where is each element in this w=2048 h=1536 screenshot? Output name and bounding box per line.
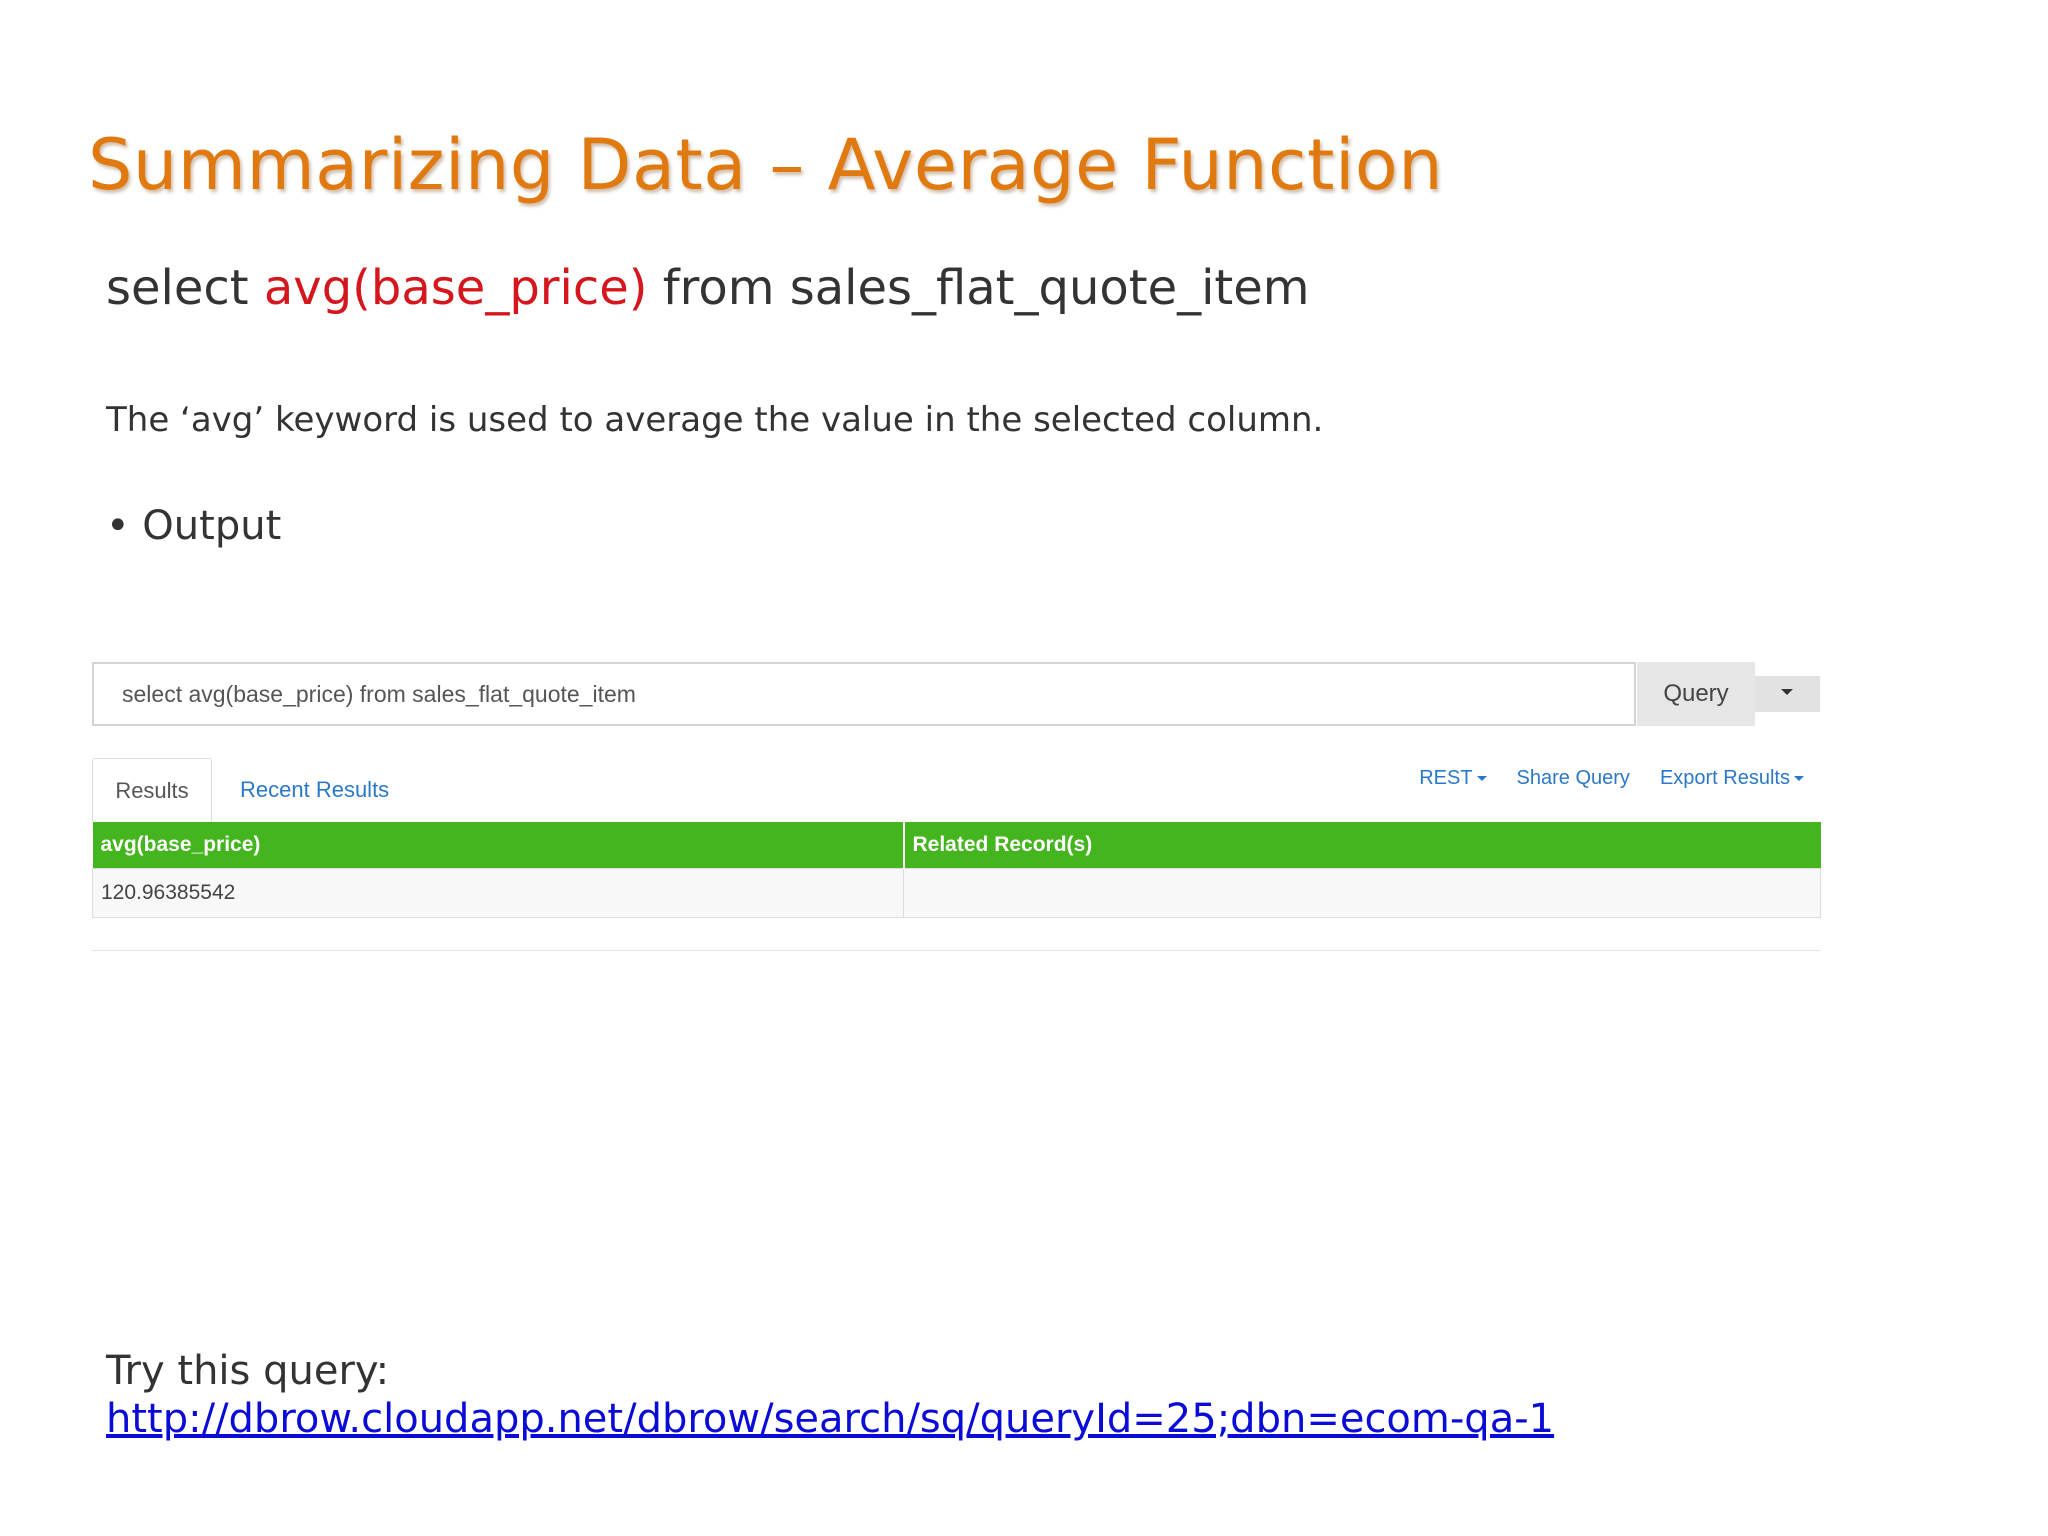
- query-options-dropdown[interactable]: [1755, 676, 1820, 712]
- caret-down-icon: [1476, 776, 1487, 781]
- rest-dropdown[interactable]: REST: [1419, 758, 1487, 798]
- divider: [92, 950, 1820, 951]
- sql-statement: select avg(base_price) from sales_flat_q…: [106, 258, 1310, 318]
- table-cell: [903, 868, 1821, 918]
- sql-function: avg(base_price): [263, 260, 648, 316]
- sql-prefix: select: [106, 260, 264, 316]
- caret-down-icon: [1794, 776, 1804, 781]
- tab-recent-results[interactable]: Recent Results: [240, 758, 389, 822]
- slide-title: Summarizing Data – Average Function: [88, 124, 1444, 206]
- tab-results[interactable]: Results: [92, 758, 212, 822]
- export-results-dropdown[interactable]: Export Results: [1660, 758, 1804, 798]
- results-table: avg(base_price) Related Record(s) 120.96…: [92, 822, 1821, 918]
- column-header[interactable]: avg(base_price): [92, 822, 905, 869]
- description-text: The ‘avg’ keyword is used to average the…: [106, 400, 1324, 440]
- try-query-label: Try this query:: [106, 1348, 390, 1394]
- rest-label: REST: [1419, 767, 1473, 789]
- query-app-screenshot: Query Results Recent Results REST Share …: [92, 662, 1821, 952]
- share-query-link[interactable]: Share Query: [1517, 758, 1630, 798]
- table-cell: 120.96385542: [92, 868, 904, 918]
- export-results-label: Export Results: [1659, 767, 1790, 789]
- sql-suffix: from sales_flat_quote_item: [647, 260, 1310, 316]
- query-button[interactable]: Query: [1637, 662, 1755, 726]
- column-header[interactable]: Related Record(s): [903, 822, 1821, 869]
- table-header-row: avg(base_price) Related Record(s): [92, 822, 1821, 869]
- results-actions: REST Share Query Export Results: [1419, 758, 1804, 798]
- try-query-link[interactable]: http://dbrow.cloudapp.net/dbrow/search/s…: [106, 1394, 1554, 1444]
- table-row: 120.96385542: [92, 868, 1821, 918]
- query-input[interactable]: [92, 662, 1636, 726]
- output-bullet: • Output: [106, 503, 282, 549]
- caret-down-icon: [1781, 689, 1793, 695]
